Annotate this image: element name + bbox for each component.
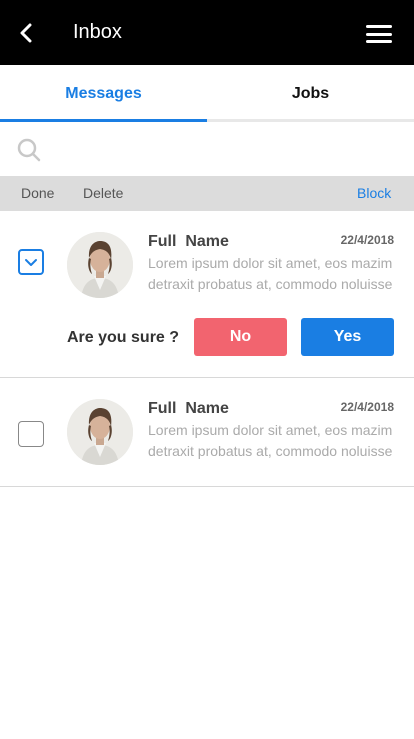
search-bar: [0, 122, 414, 176]
message-item[interactable]: Full Name 22/4/2018 Lorem ipsum dolor si…: [0, 378, 414, 487]
message-item[interactable]: Full Name 22/4/2018 Lorem ipsum dolor si…: [0, 211, 414, 378]
hamburger-menu-icon: [366, 25, 392, 28]
confirm-no-button[interactable]: No: [194, 318, 287, 356]
search-icon: [17, 138, 41, 162]
tab-messages[interactable]: Messages: [0, 65, 207, 122]
message-preview: Lorem ipsum dolor sit amet, eos mazim de…: [148, 422, 393, 459]
confirm-question: Are you sure ?: [67, 329, 180, 346]
tab-jobs[interactable]: Jobs: [207, 65, 414, 122]
app-header: Inbox: [0, 0, 414, 65]
tab-bar: Messages Jobs: [0, 65, 414, 122]
menu-button[interactable]: [364, 22, 394, 46]
avatar: [67, 232, 133, 298]
check-icon: [25, 259, 37, 266]
page-title: Inbox: [73, 21, 122, 43]
delete-button[interactable]: Delete: [83, 185, 123, 201]
message-date: 22/4/2018: [340, 233, 394, 247]
block-button[interactable]: Block: [357, 185, 391, 201]
message-date: 22/4/2018: [340, 400, 394, 414]
sender-name: Full Name: [148, 400, 229, 417]
avatar: [67, 399, 133, 465]
user-portrait-icon: [67, 399, 133, 465]
message-preview: Lorem ipsum dolor sit amet, eos mazim de…: [148, 255, 393, 292]
message-checkbox[interactable]: [18, 421, 44, 447]
chevron-left-icon: [20, 23, 32, 43]
confirm-yes-button[interactable]: Yes: [301, 318, 394, 356]
done-button[interactable]: Done: [21, 185, 54, 201]
hamburger-line: [366, 40, 392, 43]
search-input[interactable]: [52, 132, 402, 166]
message-checkbox[interactable]: [18, 249, 44, 275]
user-portrait-icon: [67, 232, 133, 298]
action-bar: Done Delete Block: [0, 176, 414, 211]
hamburger-line: [366, 32, 392, 36]
sender-name: Full Name: [148, 233, 229, 250]
back-button[interactable]: [14, 20, 40, 46]
